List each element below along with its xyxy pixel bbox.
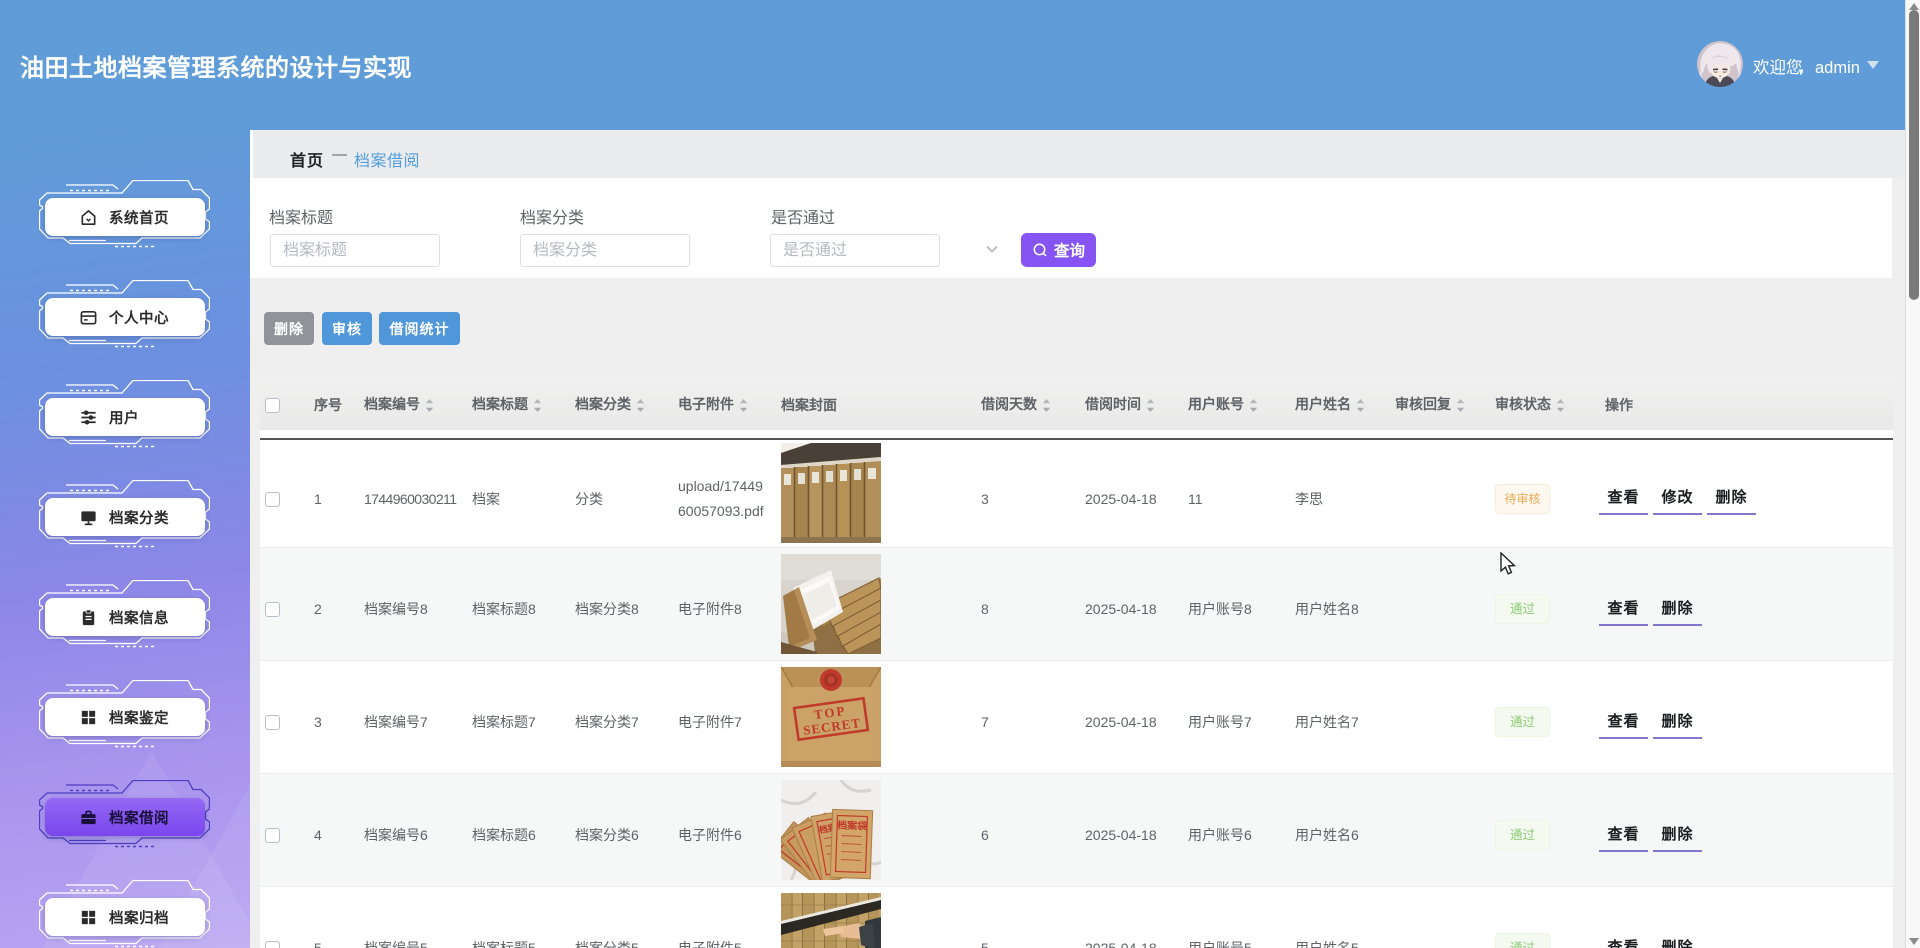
svg-text:档案袋: 档案袋: [836, 818, 868, 832]
